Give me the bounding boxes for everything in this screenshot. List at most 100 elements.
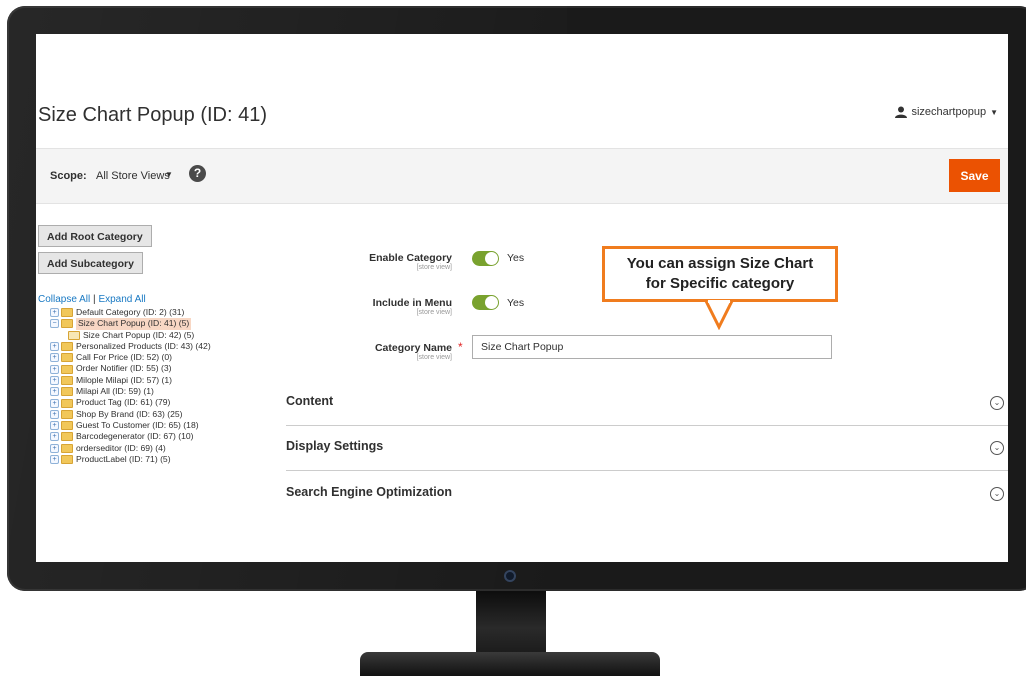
monitor-neck xyxy=(476,591,546,653)
folder-icon xyxy=(61,342,73,352)
question-circle-icon[interactable]: ? xyxy=(189,165,206,182)
expand-icon[interactable]: + xyxy=(50,398,59,408)
webcam-icon xyxy=(504,570,516,582)
category-name-input[interactable]: Size Chart Popup xyxy=(472,335,832,359)
callout-pointer xyxy=(704,300,734,330)
tree-item[interactable]: + ProductLabel (ID: 71) (5) xyxy=(50,454,211,465)
save-button[interactable]: Save xyxy=(949,159,1000,192)
section-title: Content xyxy=(286,394,334,408)
folder-icon xyxy=(61,308,73,318)
username: sizechartpopup xyxy=(911,106,987,118)
collapse-icon[interactable]: − xyxy=(50,319,59,329)
tree-item-label: Milapi All (ID: 59) (1) xyxy=(76,386,154,397)
tree-item[interactable]: + Default Category (ID: 2) (31) xyxy=(50,307,211,318)
expand-icon[interactable]: + xyxy=(50,409,59,419)
tree-item-label: Size Chart Popup (ID: 41) (5) xyxy=(76,318,192,330)
chevron-down-icon[interactable]: ⌄ xyxy=(990,487,1004,501)
tree-item-label: Size Chart Popup (ID: 42) (5) xyxy=(83,329,195,340)
folder-icon xyxy=(61,398,73,408)
expand-icon[interactable]: + xyxy=(50,443,59,453)
callout-line-2: for Specific category xyxy=(645,275,795,292)
scope-switcher[interactable]: All Store Views xyxy=(96,170,170,182)
folder-icon xyxy=(61,387,73,397)
section-seo[interactable]: Search Engine Optimization ⌄ xyxy=(286,471,1008,516)
folder-icon xyxy=(61,364,73,374)
tree-item[interactable]: + Product Tag (ID: 61) (79) xyxy=(50,397,211,408)
include-in-menu-label: Include in Menu xyxy=(372,297,452,309)
tree-item-label: Order Notifier (ID: 55) (3) xyxy=(76,363,172,374)
tree-item[interactable]: + Barcodegenerator (ID: 67) (10) xyxy=(50,431,211,442)
add-root-category-button[interactable]: Add Root Category xyxy=(38,225,152,247)
section-title: Search Engine Optimization xyxy=(286,485,452,499)
folder-icon xyxy=(61,409,73,419)
folder-icon xyxy=(61,432,73,442)
tree-item-label: Barcodegenerator (ID: 67) (10) xyxy=(76,431,194,442)
tree-item-label: Shop By Brand (ID: 63) (25) xyxy=(76,408,183,419)
chevron-down-icon[interactable]: ⌄ xyxy=(990,396,1004,410)
expand-icon[interactable]: + xyxy=(50,455,59,464)
tree-item-selected[interactable]: − Size Chart Popup (ID: 41) (5) xyxy=(50,318,211,330)
include-in-menu-value: Yes xyxy=(507,297,525,309)
category-tree: + Default Category (ID: 2) (31) − Size Cha… xyxy=(50,307,211,465)
add-subcategory-button[interactable]: Add Subcategory xyxy=(38,252,143,274)
enable-category-toggle[interactable] xyxy=(472,251,499,266)
enable-category-value: Yes xyxy=(507,252,525,264)
include-in-menu-toggle[interactable] xyxy=(472,295,499,310)
enable-category-scope: [store view] xyxy=(416,264,452,271)
expand-icon[interactable]: + xyxy=(50,387,59,397)
tree-item[interactable]: + orderseditor (ID: 69) (4) xyxy=(50,443,211,454)
tree-item[interactable]: + Call For Price (ID: 52) (0) xyxy=(50,352,211,363)
chevron-down-icon[interactable]: ⌄ xyxy=(990,441,1004,455)
admin-screen: Size Chart Popup (ID: 41) sizechartpopup… xyxy=(36,34,1008,562)
page-title: Size Chart Popup (ID: 41) xyxy=(38,104,267,126)
tree-item[interactable]: Size Chart Popup (ID: 42) (5) xyxy=(50,330,211,341)
tree-item[interactable]: + Milople Milapi (ID: 57) (1) xyxy=(50,375,211,386)
collapse-all-link[interactable]: Collapse All xyxy=(38,294,90,305)
callout-line-1: You can assign Size Chart xyxy=(626,255,814,272)
folder-icon xyxy=(68,330,80,340)
chevron-down-icon[interactable]: ▼ xyxy=(165,170,173,179)
tree-item-label: orderseditor (ID: 69) (4) xyxy=(76,442,166,453)
expand-icon[interactable]: + xyxy=(50,342,59,352)
tree-item-label: Product Tag (ID: 61) (79) xyxy=(76,397,171,408)
expand-all-link[interactable]: Expand All xyxy=(98,294,145,305)
tree-item-label: Milople Milapi (ID: 57) (1) xyxy=(76,374,172,385)
monitor-base xyxy=(360,652,660,676)
expand-icon[interactable]: + xyxy=(50,308,59,318)
folder-icon xyxy=(61,353,73,363)
user-icon xyxy=(895,106,908,118)
tree-item-label: Personalized Products (ID: 43) (42) xyxy=(76,340,211,351)
tree-item[interactable]: + Milapi All (ID: 59) (1) xyxy=(50,386,211,397)
folder-open-icon xyxy=(61,319,73,329)
tree-item[interactable]: + Guest To Customer (ID: 65) (18) xyxy=(50,420,211,431)
annotation-callout: You can assign Size Chart for Specific c… xyxy=(602,246,838,302)
tree-item-label: Default Category (ID: 2) (31) xyxy=(76,307,185,317)
tree-item[interactable]: + Order Notifier (ID: 55) (3) xyxy=(50,363,211,374)
scope-label: Scope: xyxy=(50,170,87,182)
folder-icon xyxy=(61,455,73,464)
section-display-settings[interactable]: Display Settings ⌄ xyxy=(286,425,1008,471)
expand-icon[interactable]: + xyxy=(50,421,59,431)
tree-item[interactable]: + Shop By Brand (ID: 63) (25) xyxy=(50,409,211,420)
chevron-down-icon: ▼ xyxy=(990,107,998,117)
tree-item-label: Guest To Customer (ID: 65) (18) xyxy=(76,419,199,430)
section-title: Display Settings xyxy=(286,439,384,453)
folder-icon xyxy=(61,443,73,453)
user-menu[interactable]: sizechartpopup ▼ xyxy=(895,106,998,118)
tree-item-label: Call For Price (ID: 52) (0) xyxy=(76,352,172,363)
tree-item[interactable]: + Personalized Products (ID: 43) (42) xyxy=(50,341,211,352)
folder-icon xyxy=(61,421,73,431)
enable-category-label: Enable Category xyxy=(369,252,452,264)
category-name-scope: [store view] xyxy=(416,354,452,361)
tree-item-label: ProductLabel (ID: 71) (5) xyxy=(76,453,171,464)
tree-links: Collapse All | Expand All xyxy=(38,294,146,305)
section-content[interactable]: Content ⌄ xyxy=(286,380,1008,426)
expand-icon[interactable]: + xyxy=(50,432,59,442)
expand-icon[interactable]: + xyxy=(50,375,59,385)
category-name-label: Category Name xyxy=(374,342,452,354)
required-asterisk: * xyxy=(458,340,463,354)
folder-icon xyxy=(61,375,73,385)
include-in-menu-scope: [store view] xyxy=(416,309,452,316)
expand-icon[interactable]: + xyxy=(50,364,59,374)
expand-icon[interactable]: + xyxy=(50,353,59,363)
